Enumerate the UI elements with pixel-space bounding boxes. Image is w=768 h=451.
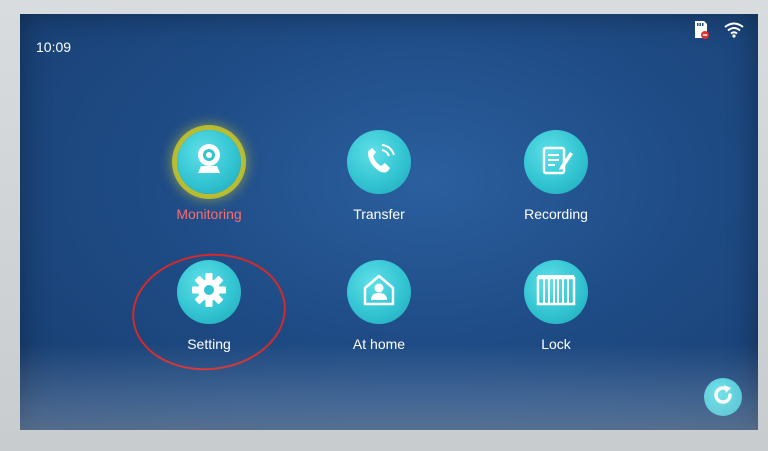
refresh-icon — [711, 383, 735, 412]
gear-icon — [189, 270, 229, 315]
gate-icon — [534, 270, 578, 315]
notes-icon — [536, 140, 576, 185]
clock: 10:09 — [36, 39, 72, 55]
screen-glare — [20, 344, 758, 430]
wifi-icon — [724, 22, 744, 38]
camera-icon — [189, 140, 229, 185]
menu-item-recording[interactable]: Recording — [496, 130, 616, 222]
menu-item-lock[interactable]: Lock — [496, 260, 616, 352]
menu-item-transfer[interactable]: Transfer — [319, 130, 439, 222]
setting-label: Setting — [187, 336, 231, 352]
sd-card-icon — [692, 20, 710, 40]
recording-button[interactable] — [524, 130, 588, 194]
at-home-label: At home — [352, 336, 406, 352]
home-screen: 10:09 Monitoring Transfer Recording Sett… — [20, 14, 758, 430]
menu-item-at-home[interactable]: At home — [319, 260, 439, 352]
phone-icon — [359, 140, 399, 185]
transfer-button[interactable] — [347, 130, 411, 194]
status-icons — [692, 20, 744, 40]
recording-label: Recording — [524, 206, 588, 222]
menu-item-setting[interactable]: Setting — [149, 260, 269, 352]
monitoring-label: Monitoring — [176, 206, 242, 222]
lock-button[interactable] — [524, 260, 588, 324]
setting-button[interactable] — [177, 260, 241, 324]
refresh-button[interactable] — [704, 378, 742, 416]
lock-label: Lock — [541, 336, 571, 352]
at-home-button[interactable] — [347, 260, 411, 324]
monitoring-button[interactable] — [177, 130, 241, 194]
home-user-icon — [359, 270, 399, 315]
transfer-label: Transfer — [353, 206, 405, 222]
menu-item-monitoring[interactable]: Monitoring — [149, 130, 269, 222]
